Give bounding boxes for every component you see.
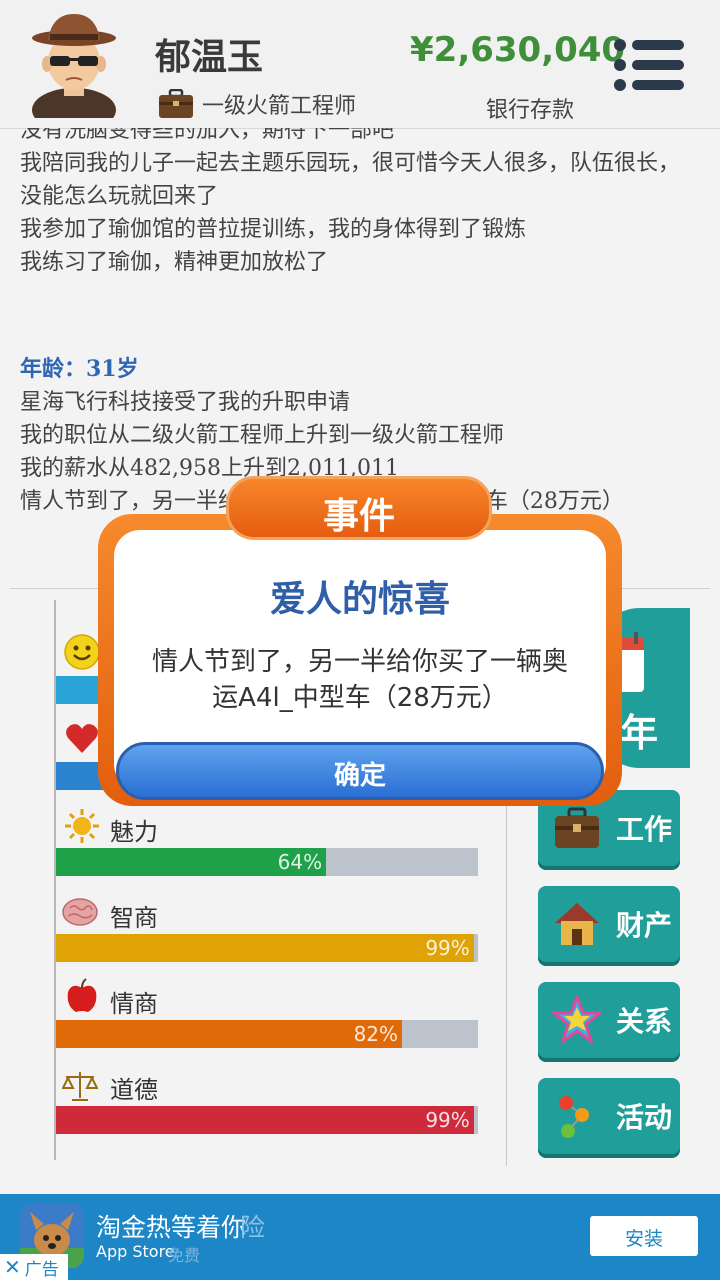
job-info: 一级火箭工程师: [158, 86, 356, 122]
relations-button[interactable]: 关系: [538, 982, 680, 1058]
next-year-button[interactable]: 年: [580, 608, 690, 768]
property-button[interactable]: 财产: [538, 886, 680, 962]
apple-icon: [67, 978, 97, 1012]
stat-percent: 82%: [353, 1022, 399, 1046]
relations-label: 关系: [616, 1005, 673, 1038]
briefcase-icon: [159, 89, 193, 118]
stat-bar-eq: 82%: [56, 1020, 478, 1048]
install-button[interactable]: 安装: [590, 1216, 698, 1256]
stat-bar-morality: 99%: [56, 1106, 478, 1134]
stats-panel: 魅力 64% 智商 99% 情商 82% 道德 99%: [54, 600, 486, 1160]
event-log: 没有洗脑变得些的加入，期待下一部吧 我陪同我的儿子一起去主题乐园玩，很可惜今天人…: [20, 128, 700, 588]
confirm-label: 确定: [333, 761, 386, 791]
briefcase-icon: [555, 807, 599, 848]
money-amount: ¥2,630,040: [410, 30, 626, 70]
menu-icon[interactable]: [614, 38, 684, 92]
vertical-separator: [506, 600, 507, 1166]
log-line: 我参加了瑜伽馆的普拉提训练，我的身体得到了锻炼: [20, 217, 527, 242]
divider: [10, 588, 710, 589]
stat-bar-iq: 99%: [56, 934, 478, 962]
ad-label: 广告: [24, 1259, 59, 1280]
ad-banner[interactable]: 淘金热等着你 险 App Store 免费 安装 ✕ 广告: [0, 1194, 720, 1280]
player-avatar[interactable]: [30, 10, 118, 118]
stat-percent: 99%: [425, 1108, 470, 1132]
job-title: 一级火箭工程师: [202, 94, 357, 119]
stat-bar-charm: 64%: [56, 848, 478, 876]
close-icon: ✕: [4, 1255, 21, 1279]
stat-label-morality: 道德: [110, 1076, 158, 1104]
scales-icon: [62, 1072, 98, 1101]
top-header: 郁温玉 一级火箭工程师 ¥2,630,040 银行存款: [0, 0, 720, 129]
ad-ghost-subtitle: 免费: [168, 1246, 201, 1265]
ad-close-button[interactable]: ✕ 广告: [0, 1254, 68, 1280]
stat-percent: 99%: [425, 936, 470, 960]
stat-label-charm: 魅力: [110, 818, 158, 846]
calendar-icon: [612, 632, 644, 692]
stat-label-eq: 情商: [110, 990, 158, 1018]
activities-button[interactable]: 活动: [538, 1078, 680, 1154]
log-line: 我陪同我的儿子一起去主题乐园玩，很可惜今天人很多，队伍很长，没能怎么玩就回来了: [20, 151, 681, 209]
house-icon: [555, 903, 599, 945]
log-line: 我练习了瑜伽，精神更加放松了: [20, 250, 329, 275]
stat-percent: 64%: [277, 850, 323, 874]
log-line: 我的职位从二级火箭工程师上升到一级火箭工程师: [20, 423, 505, 448]
brain-icon: [62, 898, 98, 926]
install-label: 安装: [624, 1228, 663, 1250]
sun-icon: [65, 809, 99, 843]
ad-title: 淘金热等着你: [96, 1213, 247, 1242]
log-line: 我的薪水从482,958上升到2,011,011: [20, 456, 399, 481]
stat-label-iq: 智商: [110, 904, 158, 932]
log-line: 情人节到了，另一半给你买了一辆奥运A4l_中型车（28万元）: [20, 489, 624, 514]
ad-ghost-text: 险: [240, 1213, 266, 1242]
heart-icon: [66, 724, 98, 753]
next-year-label: 年: [620, 711, 659, 755]
smiley-icon: [64, 634, 100, 670]
age-heading: 年龄：31岁: [20, 356, 139, 382]
money-label: 银行存款: [486, 98, 575, 123]
property-label: 财产: [616, 909, 673, 942]
work-button[interactable]: 工作: [538, 790, 680, 866]
log-line: 没有洗脑变得些的加入，期待下一部吧: [20, 128, 395, 143]
activity-dots-icon: [559, 1096, 589, 1138]
stat-bar-happiness: [56, 676, 478, 704]
ad-subtitle: App Store: [96, 1242, 175, 1261]
activities-label: 活动: [616, 1101, 673, 1134]
star-icon: [552, 995, 602, 1045]
log-line: 星海飞行科技接受了我的升职申请: [20, 390, 351, 415]
confirm-button[interactable]: 确定: [116, 742, 604, 800]
player-name: 郁温玉: [155, 37, 264, 78]
work-label: 工作: [616, 813, 673, 846]
